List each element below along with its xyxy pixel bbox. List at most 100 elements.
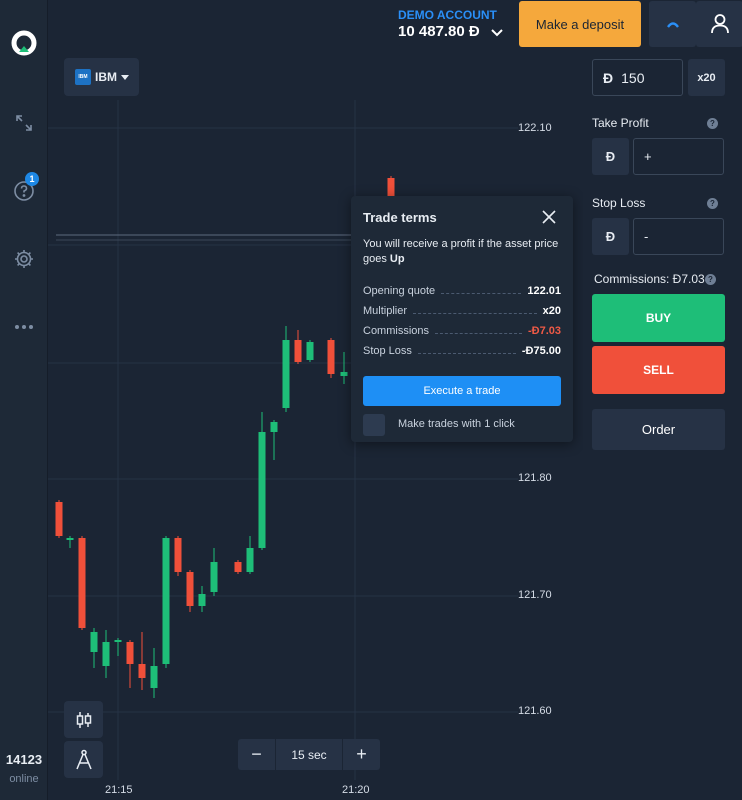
commission-text: Commissions: Đ7.03 bbox=[594, 272, 705, 286]
term-row: Stop Loss -Đ75.00 bbox=[363, 343, 561, 357]
settings-gear-icon[interactable] bbox=[11, 246, 37, 272]
info-icon[interactable]: ? bbox=[705, 274, 716, 285]
term-label: Stop Loss bbox=[363, 345, 412, 357]
time-tick-label: 21:20 bbox=[342, 784, 370, 796]
candle-body bbox=[198, 594, 206, 606]
one-click-checkbox[interactable] bbox=[363, 414, 385, 436]
term-value: -Đ75.00 bbox=[521, 345, 561, 357]
candle-body bbox=[78, 538, 86, 628]
popup-direction: Up bbox=[389, 253, 405, 265]
stop-loss-input[interactable]: - bbox=[633, 218, 724, 255]
candles-group bbox=[55, 176, 395, 698]
fullscreen-icon[interactable] bbox=[11, 110, 37, 136]
take-profit-input[interactable]: + bbox=[633, 138, 724, 175]
candle-body bbox=[258, 432, 266, 548]
stop-loss-label: Stop Loss bbox=[592, 196, 646, 210]
drawing-tools-button[interactable] bbox=[64, 741, 103, 778]
term-value: 122.01 bbox=[527, 285, 561, 297]
candle-body bbox=[306, 342, 314, 360]
compass-drawing-icon bbox=[75, 749, 92, 769]
candle-body bbox=[246, 548, 254, 572]
candle-body bbox=[210, 562, 218, 592]
term-row: Multiplier x20 bbox=[363, 303, 561, 317]
term-label: Multiplier bbox=[363, 305, 408, 317]
popup-description: You will receive a profit if the asset p… bbox=[363, 237, 563, 267]
info-icon[interactable]: ? bbox=[707, 198, 718, 209]
term-dots bbox=[417, 353, 516, 354]
chart-type-candles-button[interactable] bbox=[64, 701, 103, 738]
amount-value: 150 bbox=[621, 69, 645, 86]
close-icon[interactable] bbox=[540, 208, 558, 226]
trade-terms-popup: Trade terms You will receive a profit if… bbox=[351, 196, 573, 442]
amount-input[interactable]: Đ 150 bbox=[592, 59, 683, 96]
candle-body bbox=[162, 538, 170, 664]
popup-title: Trade terms bbox=[363, 210, 437, 225]
term-row: Opening quote 122.01 bbox=[363, 283, 561, 297]
chevron-down-icon[interactable] bbox=[490, 26, 504, 40]
left-sidebar: 1 14123 online bbox=[0, 0, 48, 800]
candle-body bbox=[270, 422, 278, 432]
timeframe-decrease-button[interactable]: − bbox=[238, 739, 275, 770]
timeframe-value[interactable]: 15 sec bbox=[275, 739, 343, 770]
account-balance[interactable]: 10 487.80 Đ bbox=[398, 23, 480, 40]
brand-logo-icon[interactable] bbox=[10, 30, 38, 58]
loading-indicator-button[interactable] bbox=[649, 1, 696, 47]
sell-button[interactable]: SELL bbox=[592, 346, 725, 394]
candle-body bbox=[138, 664, 146, 678]
price-tick-label: 121.80 bbox=[518, 472, 552, 484]
term-dots bbox=[413, 313, 537, 314]
timeframe-control: − 15 sec + bbox=[238, 739, 380, 770]
candle-body bbox=[282, 340, 290, 408]
profile-button[interactable] bbox=[696, 1, 742, 47]
candle-body bbox=[66, 538, 74, 540]
term-label: Commissions bbox=[363, 325, 430, 337]
account-type-label: DEMO ACCOUNT bbox=[398, 8, 497, 22]
candle-body bbox=[114, 640, 122, 642]
candle-body bbox=[150, 666, 158, 688]
loading-arc-icon bbox=[666, 22, 679, 28]
term-dots bbox=[441, 293, 522, 294]
candle-body bbox=[126, 642, 134, 664]
make-deposit-button[interactable]: Make a deposit bbox=[519, 1, 641, 47]
candle-body bbox=[186, 572, 194, 606]
help-badge: 1 bbox=[25, 172, 39, 186]
take-profit-currency: Đ bbox=[592, 138, 629, 175]
candle-body bbox=[102, 642, 110, 666]
candle-body bbox=[234, 562, 242, 572]
order-button[interactable]: Order bbox=[592, 409, 725, 450]
candle-body bbox=[294, 340, 302, 362]
candle-body bbox=[55, 502, 63, 536]
take-profit-label: Take Profit bbox=[592, 116, 649, 130]
timeframe-increase-button[interactable]: + bbox=[343, 739, 380, 770]
candle-body bbox=[174, 538, 182, 572]
trade-panel: Đ 150 x20 Take Profit ? Đ + Stop Loss ? … bbox=[583, 48, 742, 800]
user-icon bbox=[710, 14, 729, 34]
asset-selector-button[interactable]: IBM IBM bbox=[64, 58, 139, 96]
price-tick-label: 122.10 bbox=[518, 122, 552, 134]
online-count: 14123 bbox=[5, 752, 43, 767]
more-dots-icon[interactable] bbox=[11, 314, 37, 340]
currency-symbol: Đ bbox=[603, 69, 614, 86]
price-tick-label: 121.70 bbox=[518, 589, 552, 601]
info-icon[interactable]: ? bbox=[707, 118, 718, 129]
term-row: Commissions -Đ7.03 bbox=[363, 323, 561, 337]
multiplier-button[interactable]: x20 bbox=[688, 59, 725, 96]
candles-icon bbox=[76, 711, 91, 728]
chevron-down-icon bbox=[121, 74, 129, 80]
buy-button[interactable]: BUY bbox=[592, 294, 725, 342]
term-value: x20 bbox=[542, 305, 561, 317]
price-tick-label: 121.60 bbox=[518, 705, 552, 717]
term-value: -Đ7.03 bbox=[527, 325, 561, 337]
time-tick-label: 21:15 bbox=[105, 784, 133, 796]
online-label: online bbox=[9, 773, 39, 785]
one-click-label: Make trades with 1 click bbox=[398, 418, 515, 430]
execute-trade-button[interactable]: Execute a trade bbox=[363, 376, 561, 406]
term-label: Opening quote bbox=[363, 285, 436, 297]
asset-name: IBM bbox=[95, 70, 117, 84]
stop-loss-currency: Đ bbox=[592, 218, 629, 255]
candle-body bbox=[387, 178, 395, 196]
candle-body bbox=[327, 340, 335, 374]
term-dots bbox=[435, 333, 522, 334]
candle-body bbox=[340, 372, 348, 376]
candle-body bbox=[90, 632, 98, 652]
